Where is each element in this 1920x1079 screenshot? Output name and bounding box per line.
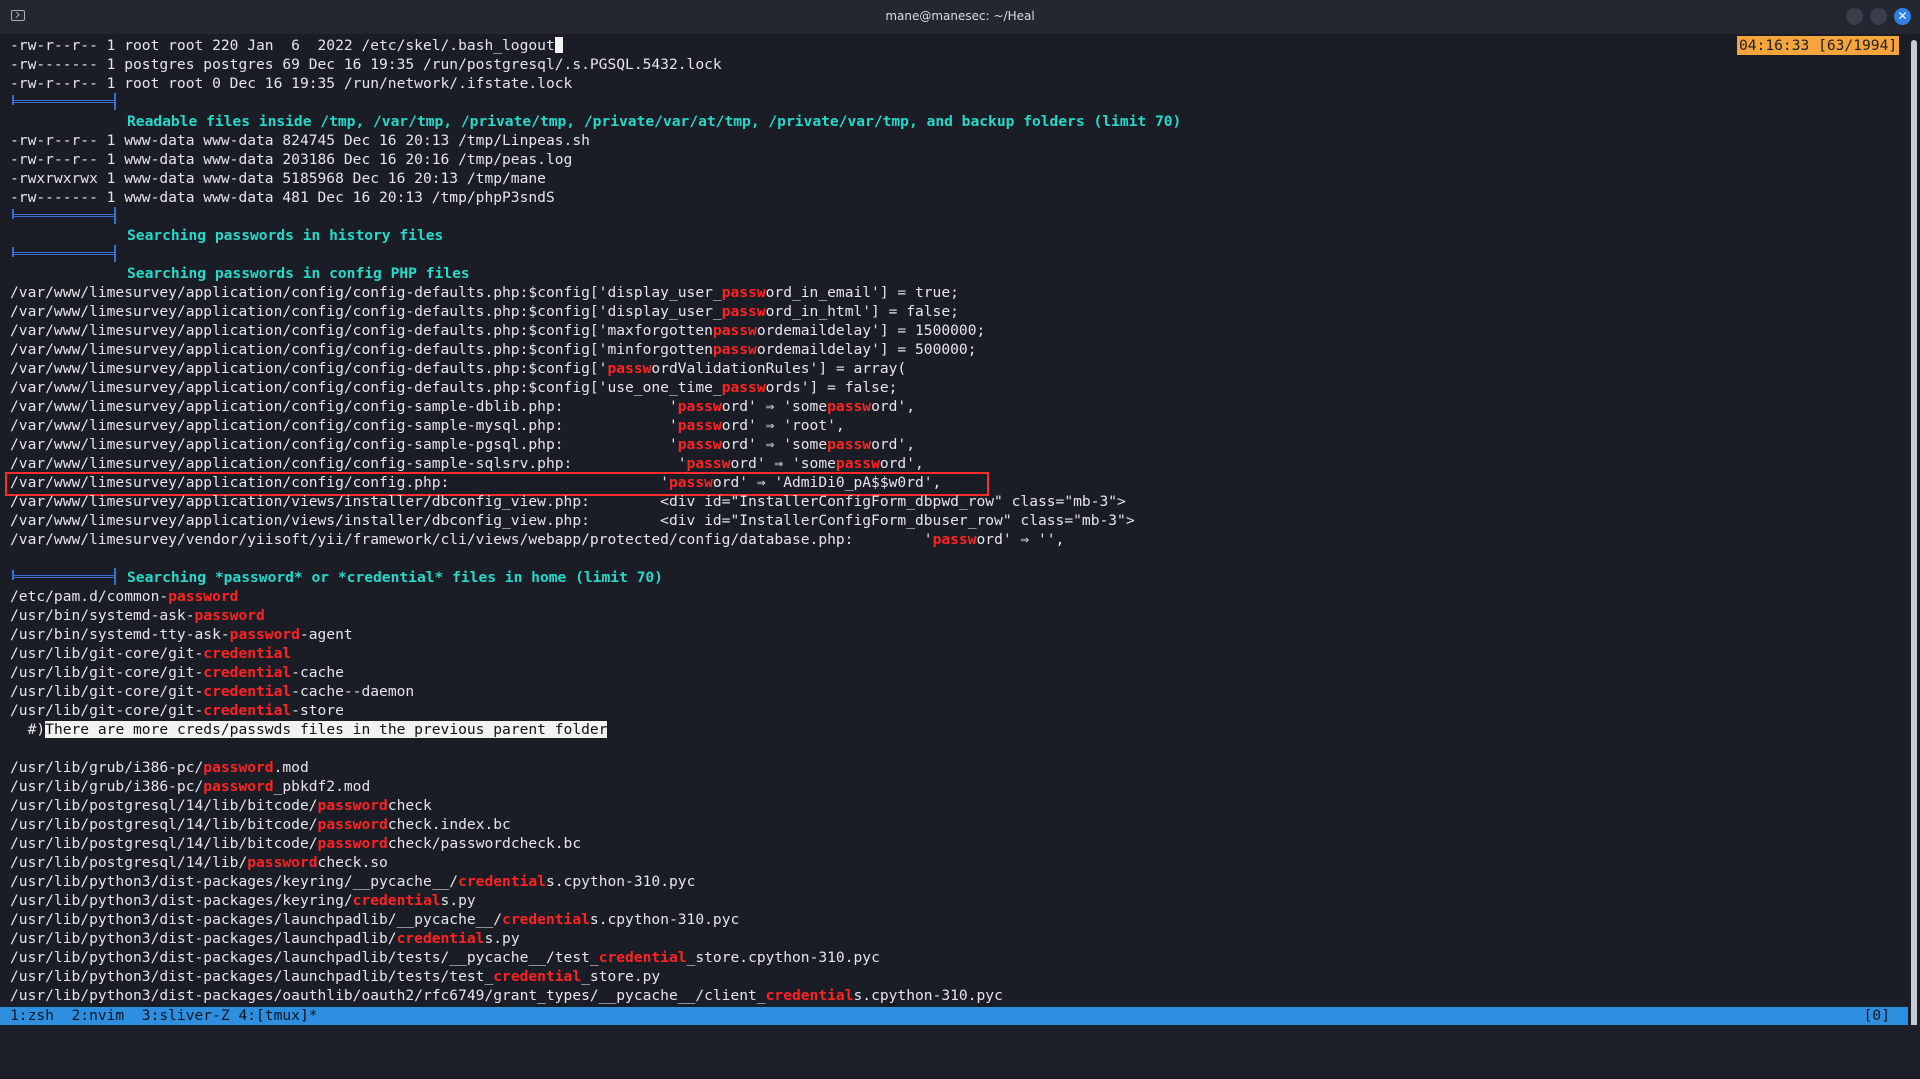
output-line: -rw------- 1 www-data www-data 481 Dec 1… <box>10 189 555 206</box>
maximize-button[interactable] <box>1870 8 1887 25</box>
file-match-line: /usr/lib/git-core/git-credential-cache--… <box>10 683 415 700</box>
file-match-line: /usr/lib/python3/dist-packages/launchpad… <box>10 949 880 966</box>
config-match-line: /var/www/limesurvey/vendor/yiisoft/yii/f… <box>10 531 1065 548</box>
window-bottom-padding <box>0 1025 1920 1046</box>
file-match-line: /usr/lib/postgresql/14/lib/passwordcheck… <box>10 854 388 871</box>
file-match-line: /usr/lib/grub/i386-pc/password_pbkdf2.mo… <box>10 778 371 795</box>
scrollbar-thumb[interactable] <box>1911 40 1917 1030</box>
file-match-line: /usr/lib/python3/dist-packages/keyring/c… <box>10 892 476 909</box>
file-match-line: /usr/lib/python3/dist-packages/launchpad… <box>10 930 520 947</box>
output-line: -rw-r--r-- 1 www-data www-data 203186 De… <box>10 151 573 168</box>
config-match-line: /var/www/limesurvey/application/config/c… <box>10 341 977 358</box>
file-match-line: /usr/lib/grub/i386-pc/password.mod <box>10 759 309 776</box>
file-match-line: /usr/lib/postgresql/14/lib/bitcode/passw… <box>10 816 511 833</box>
section-heading: Searching *password* or *credential* fil… <box>127 569 663 586</box>
close-button[interactable]: ✕ <box>1894 8 1911 25</box>
scrollbar[interactable] <box>1909 34 1920 1030</box>
close-icon: ✕ <box>1897 9 1908 23</box>
tmux-status-bar: 1:zsh 2:nvim 3:sliver-Z 4:[tmux]* [0] <box>0 1007 1908 1025</box>
section-banner-icon <box>12 207 116 224</box>
config-match-line: /var/www/limesurvey/application/config/c… <box>10 379 898 396</box>
config-match-line: /var/www/limesurvey/application/config/c… <box>10 303 959 320</box>
section-banner-icon <box>12 568 116 585</box>
output-line: -rw-r--r-- 1 root root 0 Dec 16 19:35 /r… <box>10 75 573 92</box>
config-match-line: /var/www/limesurvey/application/views/in… <box>10 493 1126 510</box>
file-match-line: /usr/bin/systemd-ask-password <box>10 607 265 624</box>
section-heading: Searching passwords in config PHP files <box>127 265 470 282</box>
section-heading: Searching passwords in history files <box>127 227 444 244</box>
config-match-line: /var/www/limesurvey/application/config/c… <box>10 322 986 339</box>
config-match-line: /var/www/limesurvey/application/views/in… <box>10 512 1135 529</box>
note-line: #)There are more creds/passwds files in … <box>10 721 608 738</box>
tmux-session-indicator: [0] <box>1863 1007 1890 1024</box>
section-banner-icon <box>12 93 116 110</box>
file-match-line: /usr/lib/git-core/git-credential-store <box>10 702 344 719</box>
file-match-line: /etc/pam.d/common-password <box>10 588 239 605</box>
config-match-line: /var/www/limesurvey/application/config/c… <box>10 455 924 472</box>
file-match-line: /usr/lib/python3/dist-packages/keyring/_… <box>10 873 696 890</box>
title-bar: mane@manesec: ~/Heal ✕ <box>0 0 1920 35</box>
config-match-line: /var/www/limesurvey/application/config/c… <box>10 436 915 453</box>
file-match-line: /usr/lib/git-core/git-credential <box>10 645 292 662</box>
section-banner-icon <box>12 245 116 262</box>
output-line: -rwxrwxrwx 1 www-data www-data 5185968 D… <box>10 170 546 187</box>
file-match-line: /usr/lib/python3/dist-packages/launchpad… <box>10 911 740 928</box>
window-title: mane@manesec: ~/Heal <box>885 9 1035 23</box>
file-match-line: /usr/lib/postgresql/14/lib/bitcode/passw… <box>10 797 432 814</box>
file-match-line: /usr/lib/python3/dist-packages/launchpad… <box>10 968 661 985</box>
file-match-line: /usr/bin/systemd-tty-ask-password-agent <box>10 626 353 643</box>
output-line: -rw-r--r-- 1 www-data www-data 824745 De… <box>10 132 590 149</box>
config-match-line: /var/www/limesurvey/application/config/c… <box>10 398 915 415</box>
file-match-line: /usr/lib/postgresql/14/lib/bitcode/passw… <box>10 835 582 852</box>
file-match-line: /usr/lib/python3/dist-packages/oauthlib/… <box>10 987 1003 1004</box>
text-cursor <box>554 37 563 53</box>
tmux-clock-indicator: 04:16:33 [63/1994] <box>1737 36 1900 55</box>
minimize-button[interactable] <box>1846 8 1863 25</box>
output-line: -rw------- 1 postgres postgres 69 Dec 16… <box>10 56 722 73</box>
terminal-window: mane@manesec: ~/Heal ✕ -rw-r--r-- 1 root… <box>0 0 1920 1046</box>
config-match-line: /var/www/limesurvey/application/config/c… <box>10 284 959 301</box>
tmux-window-tabs[interactable]: 1:zsh 2:nvim 3:sliver-Z 4:[tmux]* <box>10 1007 318 1025</box>
terminal-output[interactable]: -rw-r--r-- 1 root root 220 Jan 6 2022 /e… <box>0 34 1908 1010</box>
config-match-line: /var/www/limesurvey/application/config/c… <box>10 417 845 434</box>
section-heading: Readable files inside /tmp, /var/tmp, /p… <box>127 113 1182 130</box>
output-line: -rw-r--r-- 1 root root 220 Jan 6 2022 /e… <box>10 36 563 55</box>
file-match-line: /usr/lib/git-core/git-credential-cache <box>10 664 344 681</box>
config-match-line: /var/www/limesurvey/application/config/c… <box>10 360 907 377</box>
